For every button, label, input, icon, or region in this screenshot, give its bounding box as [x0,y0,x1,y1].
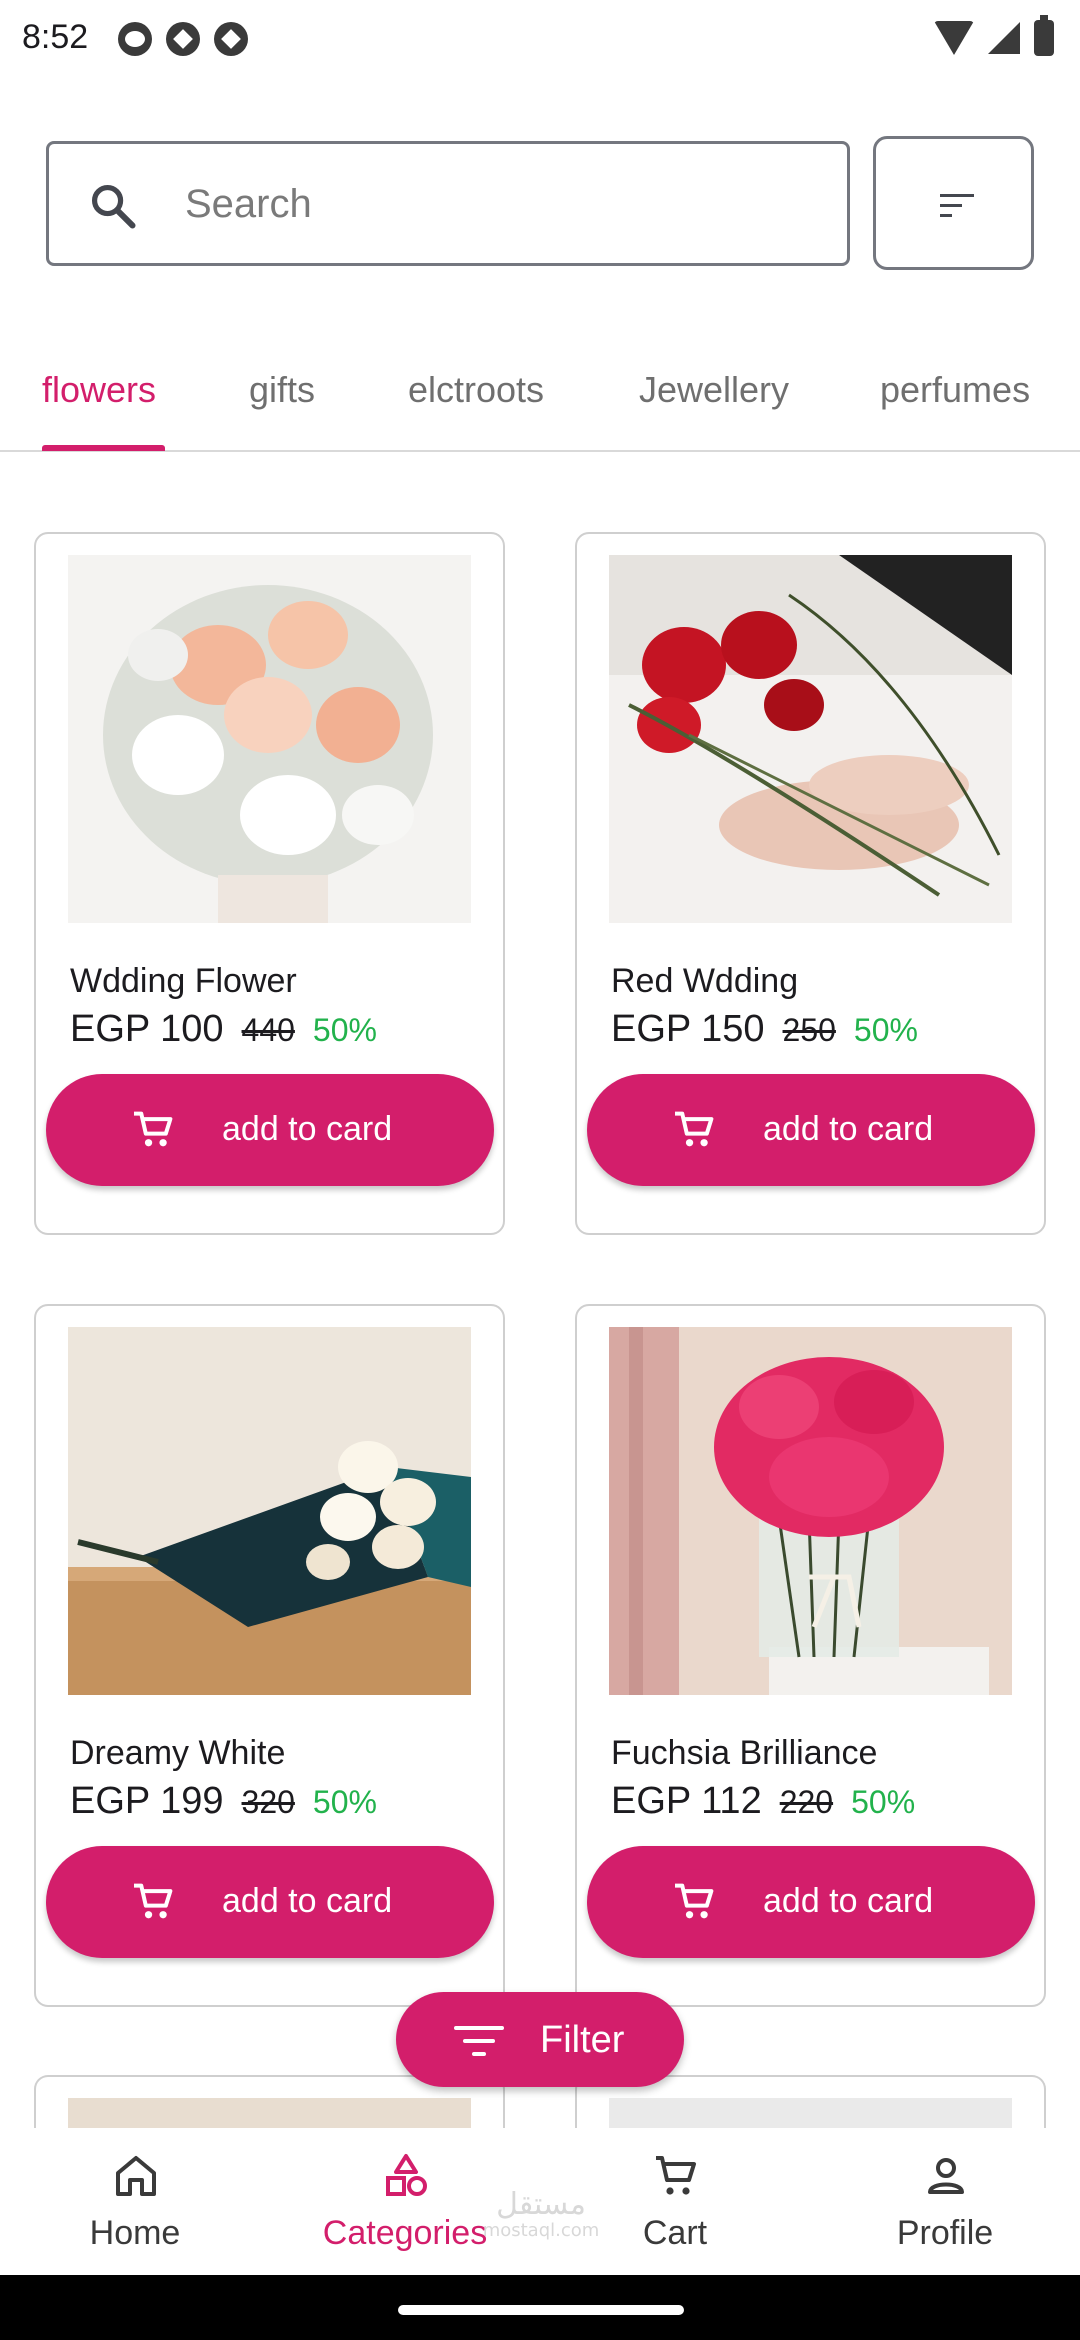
product-price: EGP 100 [70,1008,224,1050]
product-old-price: 250 [782,1012,836,1048]
product-card[interactable]: Red Wdding EGP 150 250 50% add to card [575,532,1046,1235]
add-to-cart-button[interactable]: add to card [46,1846,494,1958]
search-box[interactable] [46,141,850,266]
system-status-icons [934,15,1054,56]
categories-icon [386,2154,427,2196]
sort-button[interactable] [873,136,1034,270]
status-time: 8:52 [22,18,89,56]
watermark: مستقل mostaql.com [474,2187,608,2241]
cart-icon [134,1883,173,1919]
status-bar: 8:52 [0,0,1080,76]
filter-icon [454,2026,504,2056]
cart-icon [675,1883,714,1919]
home-icon [116,2156,156,2196]
product-discount: 50% [851,1784,916,1820]
tab-gifts[interactable]: gifts [249,369,315,411]
add-to-cart-label: add to card [763,1110,934,1148]
battery-icon [1034,15,1054,56]
tab-elctroots[interactable]: elctroots [408,369,544,411]
price-row: EGP 112 220 50% [611,1780,915,1823]
price-row: EGP 150 250 50% [611,1008,918,1051]
product-discount: 50% [312,1784,377,1820]
nav-home[interactable]: Home [0,2128,270,2275]
soccer-ball-icon [214,22,248,56]
product-price: EGP 150 [611,1008,765,1050]
app-screen: 8:52 flowers gifts elctroots Jewelle [0,0,1080,2340]
nav-profile-label: Profile [896,2214,994,2252]
price-row: EGP 199 320 50% [70,1780,377,1823]
product-card[interactable]: Fuchsia Brilliance EGP 112 220 50% add t… [575,1304,1046,2007]
product-name: Fuchsia Brilliance [611,1734,878,1772]
search-input[interactable] [185,174,805,234]
add-to-cart-button[interactable]: add to card [46,1074,494,1186]
filter-button[interactable]: Filter [396,1992,684,2087]
product-image [609,1327,1012,1695]
sort-icon [940,194,974,217]
product-old-price: 320 [241,1784,295,1820]
notification-icons [118,22,248,56]
product-old-price: 440 [241,1012,295,1048]
product-price: EGP 112 [611,1780,762,1822]
product-name: Red Wdding [611,962,799,1000]
product-image [68,555,471,923]
product-price: EGP 199 [70,1780,224,1822]
cart-icon [656,2156,696,2195]
tab-perfumes[interactable]: perfumes [880,369,1030,411]
watermark-arabic: مستقل [496,2187,586,2222]
price-row: EGP 100 440 50% [70,1008,377,1051]
product-name: Wdding Flower [70,962,297,1000]
product-discount: 50% [312,1012,377,1048]
product-old-price: 220 [779,1784,834,1820]
active-tab-indicator [42,445,165,451]
add-to-cart-label: add to card [222,1882,393,1920]
cart-icon [675,1111,714,1147]
cart-icon [134,1111,173,1147]
product-card[interactable]: Wdding Flower EGP 100 440 50% add to car… [34,532,505,1235]
watermark-latin: mostaql.com [482,2220,600,2241]
nav-home-label: Home [89,2214,181,2252]
app-notification-icon [118,22,152,56]
product-discount: 50% [853,1012,918,1048]
add-to-cart-button[interactable]: add to card [587,1846,1035,1958]
wifi-icon [934,21,974,55]
profile-icon [928,2158,964,2194]
tab-jewellery[interactable]: Jewellery [639,369,789,411]
filter-label: Filter [540,2019,625,2061]
add-to-cart-label: add to card [763,1882,934,1920]
cell-signal-icon [988,22,1020,54]
soccer-ball-icon [166,22,200,56]
category-tabs: flowers gifts elctroots Jewellery perfum… [0,355,1080,452]
add-to-cart-label: add to card [222,1110,393,1148]
product-name: Dreamy White [70,1734,286,1772]
search-icon [91,184,136,229]
add-to-cart-button[interactable]: add to card [587,1074,1035,1186]
product-image [68,1327,471,1695]
nav-profile[interactable]: Profile [810,2128,1080,2275]
tab-flowers[interactable]: flowers [42,369,156,411]
product-card[interactable]: Dreamy White EGP 199 320 50% add to card [34,1304,505,2007]
product-image [609,555,1012,923]
home-gesture-handle[interactable] [398,2305,684,2315]
